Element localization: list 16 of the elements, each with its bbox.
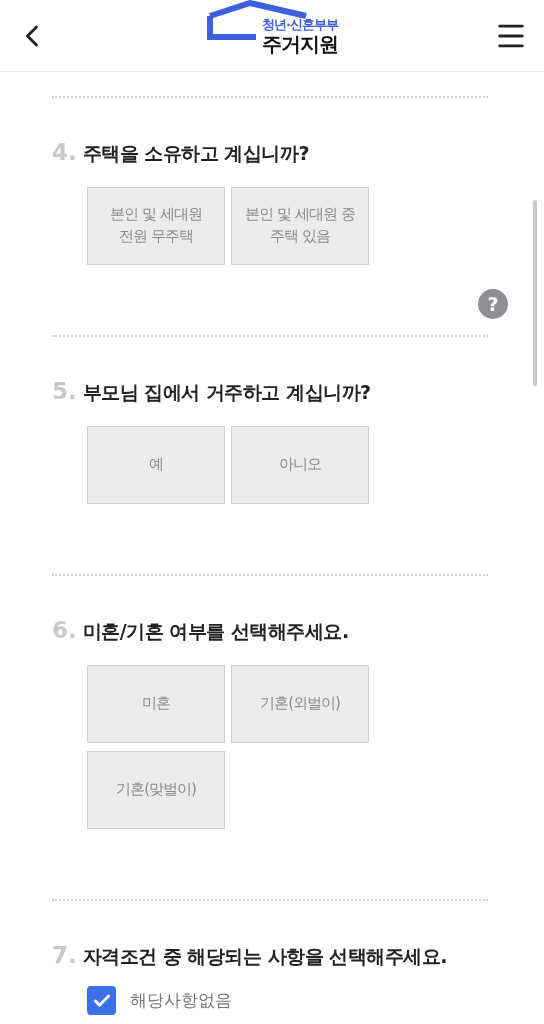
question-title: 자격조건 중 해당되는 사항을 선택해주세요. [82,944,447,969]
checkbox[interactable] [87,986,116,1015]
question-title: 주택을 소유하고 계십니까? [82,141,309,166]
answer-option[interactable]: 아니오 [231,426,369,504]
answer-option[interactable]: 기혼(외벌이) [231,665,369,743]
answer-option[interactable]: 본인 및 세대원 전원 무주택 [87,187,225,265]
answer-option[interactable]: 미혼 [87,665,225,743]
answer-option[interactable]: 예 [87,426,225,504]
answer-option[interactable]: 본인 및 세대원 중 주택 있음 [231,187,369,265]
question-title: 미혼/기혼 여부를 선택해주세요. [82,619,349,644]
logo-tagline: 청년·신혼부부 [262,16,338,34]
logo-title: 주거지원 [262,34,338,54]
checkbox-label: 해당사항없음 [130,989,232,1012]
question-title: 부모님 집에서 거주하고 계십니까? [82,380,371,405]
answer-option[interactable]: 기혼(맞벌이) [87,751,225,829]
help-button[interactable]: ? [478,289,508,319]
